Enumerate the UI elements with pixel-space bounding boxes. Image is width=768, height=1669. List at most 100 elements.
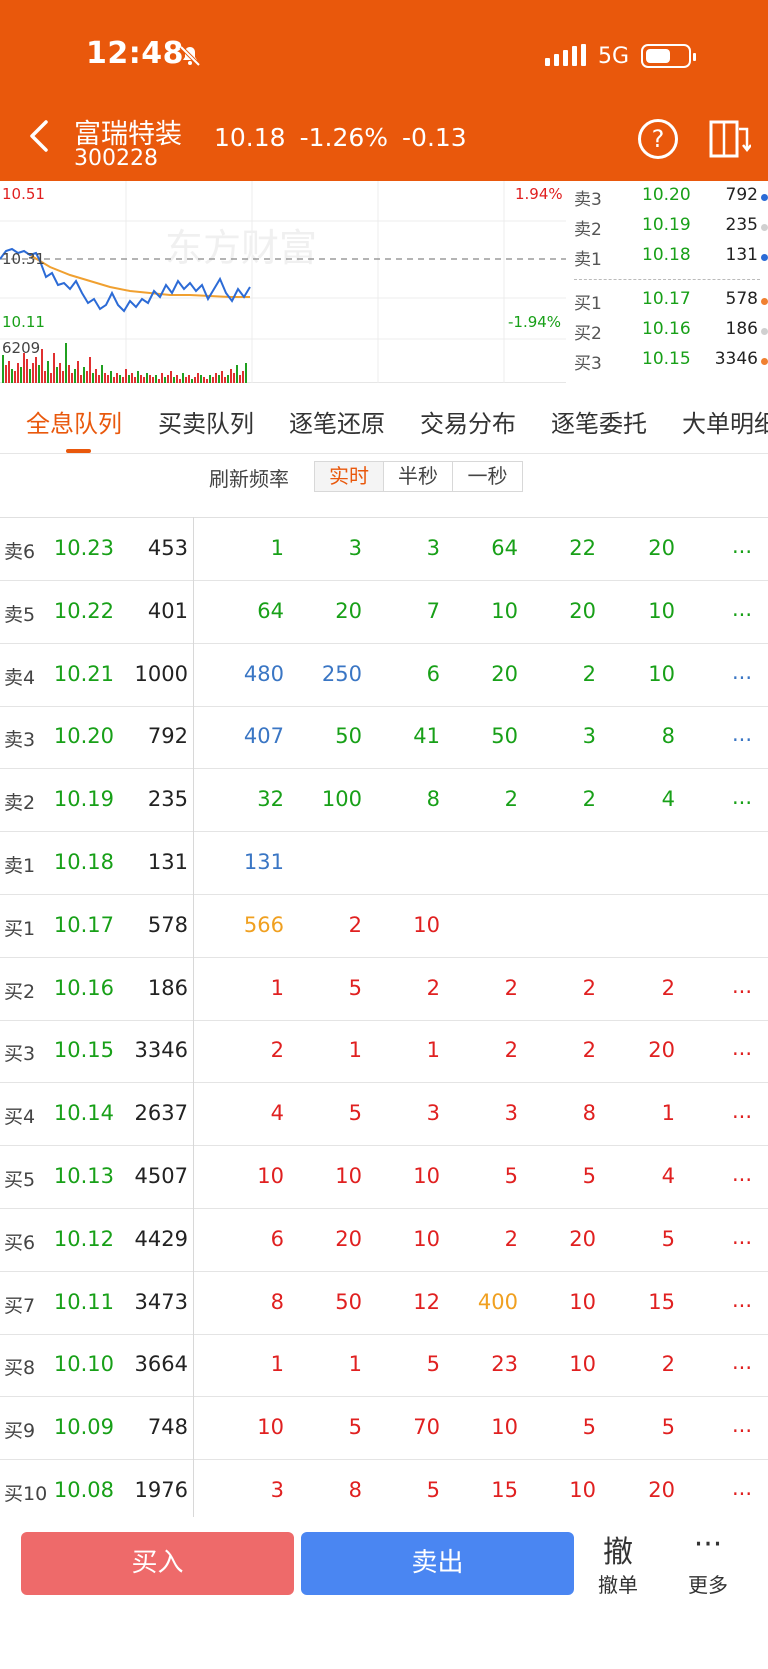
level-price: 10.16 (53, 975, 114, 1000)
stock-change: -0.13 (402, 123, 467, 152)
order-size: 10 (335, 1164, 362, 1188)
table-row[interactable]: 卖3 10.20 792 407 50 41 50 3 8... (0, 706, 768, 770)
table-row[interactable]: 卖2 10.19 235 32 100 8 2 2 4... (0, 769, 768, 833)
volume-bar (20, 367, 22, 383)
tab-5[interactable]: 逐笔委托 (551, 404, 647, 439)
volume-bar (44, 371, 46, 383)
volume-bar (236, 365, 238, 383)
more-button[interactable]: ··· 更多 (673, 1527, 743, 1598)
order-size: 5 (426, 1478, 440, 1502)
table-row[interactable]: 卖6 10.23 453 1 3 3 64 22 20... (0, 518, 768, 581)
book-volume: 792 (725, 185, 758, 205)
volume-bar (119, 375, 121, 383)
volume-bar (23, 353, 25, 383)
more-orders[interactable]: ... (732, 1413, 752, 1437)
refresh-option-half-second[interactable]: 半秒 (383, 461, 453, 492)
order-size: 70 (413, 1415, 440, 1440)
chart-grid (0, 181, 566, 383)
refresh-option-realtime[interactable]: 实时 (314, 461, 384, 492)
book-row: 卖2 10.19 235 (574, 215, 768, 241)
volume-bar (53, 353, 55, 383)
order-size: 3 (426, 536, 440, 560)
more-orders[interactable]: ... (732, 785, 752, 809)
cancel-order-button[interactable]: 撤 撤单 (583, 1527, 653, 1598)
table-row[interactable]: 买7 10.11 3473 8 50 12 400 10 15... (0, 1272, 768, 1335)
volume-bar (176, 375, 178, 383)
more-orders[interactable]: ... (732, 534, 752, 558)
table-row[interactable]: 买10 10.08 1976 3 8 5 15 10 20... (0, 1460, 768, 1523)
table-row[interactable]: 买5 10.13 4507 10 10 10 5 5 4... (0, 1146, 768, 1209)
order-size: 100 (321, 787, 362, 812)
table-row[interactable]: 卖4 10.21 1000 480 250 6 20 2 10... (0, 644, 768, 707)
help-icon[interactable]: ? (638, 119, 678, 159)
price-low-label: 10.11 (2, 313, 45, 331)
order-size: 2 (270, 1038, 284, 1063)
book-volume: 3346 (714, 349, 758, 369)
ref-price-label: 10.31 (2, 250, 45, 268)
table-row[interactable]: 买4 10.14 2637 4 5 3 3 8 1... (0, 1083, 768, 1147)
table-row[interactable]: 买9 10.09 748 10 5 70 10 5 5... (0, 1397, 768, 1461)
back-icon[interactable] (26, 118, 52, 154)
volume-bar (83, 367, 85, 383)
more-orders[interactable]: ... (732, 1476, 752, 1500)
full-queue-table[interactable]: 卖6 10.23 453 1 3 3 64 22 20... 卖5 10.22 401 64 20 7 10 2… (0, 517, 768, 1523)
order-size: 10 (648, 598, 675, 623)
level-volume: 3346 (134, 1038, 188, 1063)
volume-bar (29, 369, 31, 383)
tab-6[interactable]: 大单明细 (682, 404, 768, 439)
order-size: 3 (348, 536, 362, 560)
buy-button[interactable]: 买入 (21, 1532, 294, 1595)
tab-3[interactable]: 逐笔还原 (289, 404, 385, 439)
level-volume: 2637 (134, 1101, 188, 1126)
table-row[interactable]: 买1 10.17 578 566 2 10 (0, 895, 768, 958)
signal-icon (545, 44, 593, 66)
order-size: 407 (243, 724, 284, 749)
table-row[interactable]: 买2 10.16 186 1 5 2 2 2 2... (0, 958, 768, 1021)
more-orders[interactable]: ... (732, 597, 752, 621)
tab-bar: 全息队列 买卖队列逐笔还原交易分布逐笔委托大单明细 (0, 383, 768, 454)
more-orders[interactable]: ... (732, 1288, 752, 1312)
tab-1[interactable]: 全息队列 (26, 404, 122, 439)
table-row[interactable]: 卖1 10.18 131 131 (0, 832, 768, 895)
more-orders[interactable]: ... (732, 1036, 752, 1060)
refresh-option-one-second[interactable]: 一秒 (452, 461, 523, 492)
more-orders[interactable]: ... (732, 974, 752, 998)
order-size: 5 (426, 1352, 440, 1377)
book-price: 10.18 (642, 245, 691, 265)
level-price: 10.12 (53, 1226, 114, 1251)
volume-bar (74, 369, 76, 383)
tab-4[interactable]: 交易分布 (420, 404, 516, 439)
book-label: 买2 (574, 324, 602, 344)
more-orders[interactable]: ... (732, 1162, 752, 1186)
volume-bar (2, 355, 4, 383)
table-row[interactable]: 买6 10.12 4429 6 20 10 2 20 5... (0, 1209, 768, 1272)
order-size: 2 (661, 975, 675, 1000)
sell-button[interactable]: 卖出 (301, 1532, 574, 1595)
volume-bar (14, 371, 16, 383)
more-orders[interactable]: ... (732, 1099, 752, 1123)
order-size: 20 (569, 598, 596, 623)
volume-bar (59, 363, 61, 383)
more-orders[interactable]: ... (732, 722, 752, 746)
level-label: 卖5 (4, 603, 36, 626)
level-price: 10.10 (53, 1352, 114, 1377)
volume-bar (233, 373, 235, 383)
level-price: 10.11 (53, 1289, 114, 1314)
switch-view-icon[interactable] (709, 119, 751, 159)
volume-bar (80, 375, 82, 383)
level-volume: 748 (147, 1415, 188, 1440)
more-orders[interactable]: ... (732, 1350, 752, 1374)
level-label: 买8 (4, 1357, 36, 1380)
volume-bar (128, 375, 130, 383)
table-row[interactable]: 卖5 10.22 401 64 20 7 10 20 10... (0, 581, 768, 644)
level-label: 买3 (4, 1043, 36, 1066)
table-row[interactable]: 买8 10.10 3664 1 1 5 23 10 2... (0, 1334, 768, 1398)
book-volume: 235 (725, 215, 758, 235)
more-orders[interactable]: ... (732, 1225, 752, 1249)
table-row[interactable]: 买3 10.15 3346 2 1 1 2 2 20... (0, 1020, 768, 1084)
volume-bar (86, 371, 88, 383)
volume-bar (218, 375, 220, 383)
volume-bar (65, 343, 67, 383)
tab-2[interactable]: 买卖队列 (158, 404, 254, 439)
more-orders[interactable]: ... (732, 660, 752, 684)
